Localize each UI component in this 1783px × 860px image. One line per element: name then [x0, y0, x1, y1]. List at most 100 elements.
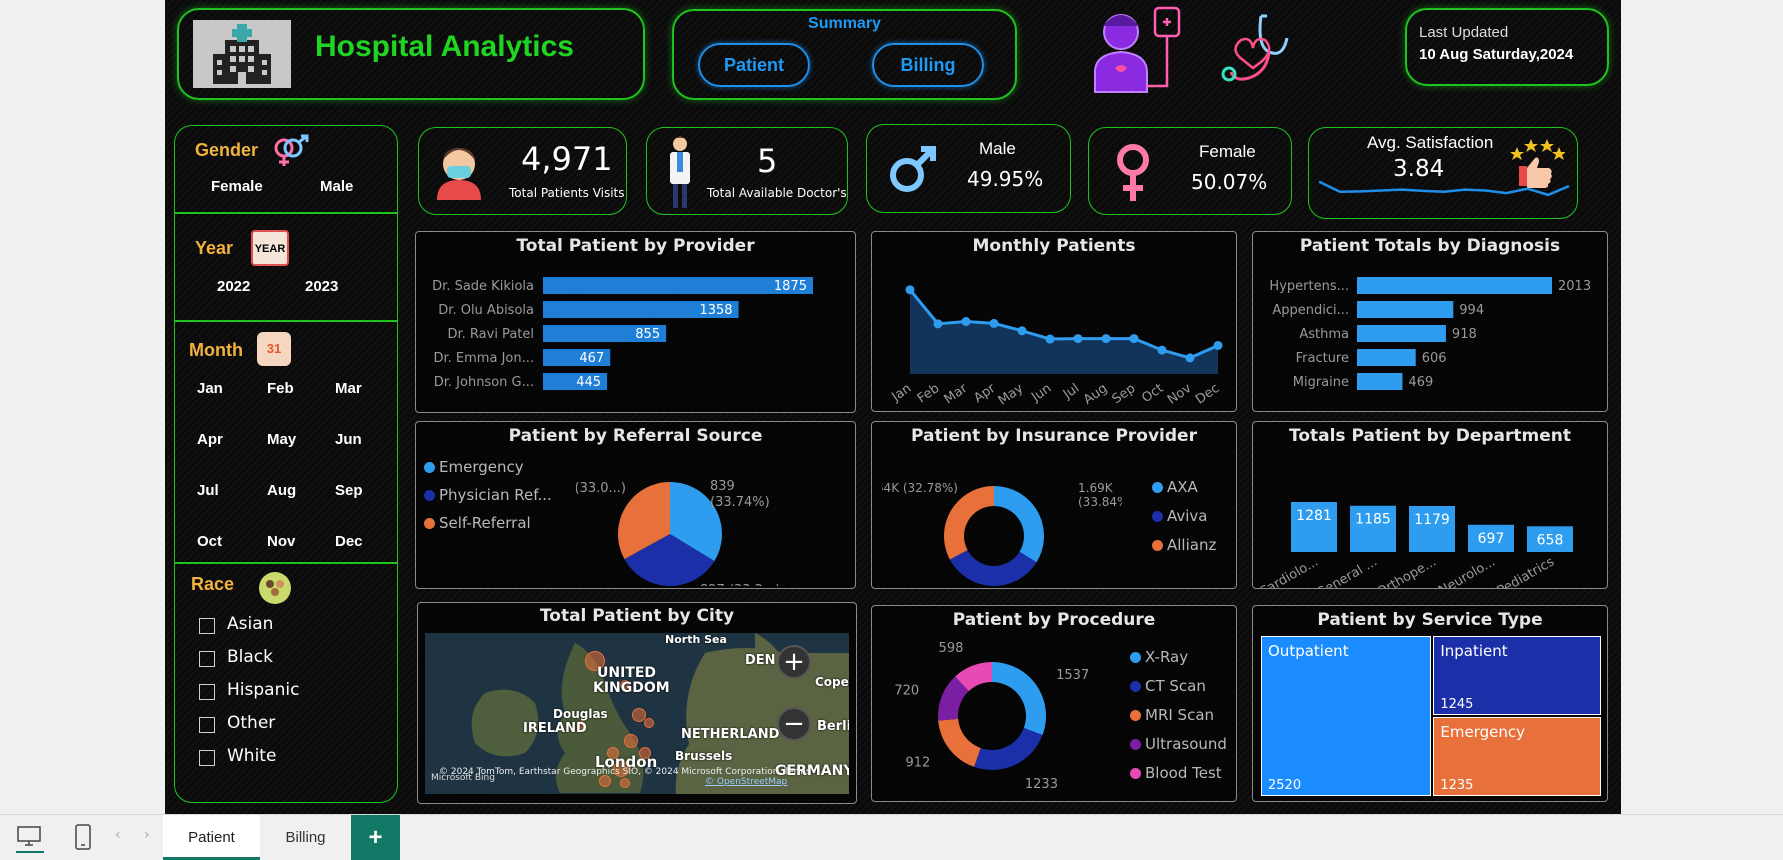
x-tick-label: Cardiolo... [1257, 554, 1321, 588]
month-option-feb[interactable]: Feb [267, 380, 294, 397]
map-place-label: North Sea [665, 633, 727, 646]
slice-mri-scan [938, 718, 981, 767]
next-page-arrow-icon[interactable]: › [144, 827, 150, 843]
race-checkbox-black[interactable] [199, 651, 215, 667]
stethoscope-icon [1221, 12, 1293, 92]
zoom-in-button[interactable]: + [777, 645, 811, 679]
female-label: Female [1199, 142, 1256, 161]
x-tick-label: Jun [1028, 381, 1054, 406]
last-updated-card: Last Updated 10 Aug Saturday,2024 [1405, 8, 1609, 86]
race-checkbox-hispanic[interactable] [199, 684, 215, 700]
prev-page-arrow-icon[interactable]: ‹ [115, 827, 121, 843]
female-value: 50.07% [1191, 170, 1268, 194]
insurance-chart-panel: Patient by Insurance Provider 1.69K (33.8… [871, 421, 1237, 589]
legend-label: CT Scan [1145, 677, 1206, 695]
treemap-value: 1235 [1440, 777, 1474, 793]
year-option-2022[interactable]: 2022 [217, 278, 250, 295]
male-label: Male [979, 139, 1016, 158]
billing-nav-button[interactable]: Billing [872, 43, 984, 87]
month-option-mar[interactable]: Mar [335, 380, 362, 397]
summary-label: Summary [808, 15, 881, 32]
year-calendar-icon: YEAR [251, 230, 289, 266]
race-option-asian: Asian [227, 614, 274, 634]
legend-marker [1130, 681, 1141, 692]
city-bubble[interactable] [620, 778, 630, 788]
month-option-oct[interactable]: Oct [197, 533, 222, 550]
tab-patient[interactable]: Patient [163, 815, 260, 860]
treemap-value: 2520 [1268, 778, 1302, 793]
satisfaction-sparkline [1318, 180, 1570, 197]
legend-marker [1152, 540, 1163, 551]
legend-marker [1130, 652, 1141, 663]
year-option-2023[interactable]: 2023 [305, 278, 338, 295]
bar [1357, 325, 1446, 342]
category-label: Dr. Sade Kikiola [432, 279, 534, 294]
data-label: 469 [1408, 375, 1433, 390]
month-option-jul[interactable]: Jul [197, 482, 219, 499]
osm-attribution-link[interactable]: © OpenStreetMap [705, 777, 787, 787]
slice-ct-scan [974, 727, 1043, 770]
gender-option-female[interactable]: Female [211, 178, 263, 195]
month-option-aug[interactable]: Aug [267, 482, 296, 499]
month-option-sep[interactable]: Sep [335, 482, 363, 499]
legend-item: CT Scan [1130, 677, 1206, 695]
slice-aviva [949, 550, 1037, 586]
category-label: Dr. Johnson G... [434, 375, 534, 390]
month-option-jun[interactable]: Jun [335, 431, 362, 448]
department-chart-panel: Totals Patient by Department 1281 Cardiol… [1252, 421, 1608, 589]
tab-billing[interactable]: Billing [260, 815, 351, 860]
add-page-button[interactable]: + [351, 815, 400, 860]
patient-nav-button[interactable]: Patient [698, 43, 810, 87]
zoom-out-button[interactable]: − [777, 707, 811, 741]
category-label: Appendici... [1272, 303, 1349, 318]
data-label: 918 [1452, 327, 1477, 342]
mobile-view-icon[interactable] [74, 823, 92, 851]
report-canvas: Hospital Analytics Summary Patient Billi… [165, 0, 1621, 814]
last-updated-value: 10 Aug Saturday,2024 [1419, 46, 1574, 63]
city-bubble[interactable] [624, 734, 638, 748]
legend-item: Self-Referral [424, 514, 531, 532]
gender-slicer-label: Gender [195, 140, 259, 160]
category-label: Hypertens... [1269, 279, 1349, 294]
month-option-nov[interactable]: Nov [267, 533, 295, 550]
title-card: Hospital Analytics [177, 8, 645, 100]
legend-item: Ultrasound [1130, 735, 1227, 753]
data-label: 994 [1459, 303, 1484, 318]
data-label: (33.74%) [710, 495, 770, 510]
category-label: Dr. Olu Abisola [438, 303, 534, 318]
doctors-value: 5 [757, 142, 778, 180]
race-checkbox-other[interactable] [199, 717, 215, 733]
month-option-jan[interactable]: Jan [197, 380, 223, 397]
legend-marker [424, 490, 435, 501]
data-label: 658 [1537, 532, 1564, 548]
x-tick-label: Orthope... [1375, 554, 1439, 588]
legend-item: Physician Ref... [424, 486, 552, 504]
bar [1357, 301, 1454, 318]
month-calendar-icon: 31 [257, 332, 291, 366]
gender-option-male[interactable]: Male [320, 178, 353, 195]
desktop-view-icon[interactable] [16, 825, 42, 847]
race-checkbox-white[interactable] [199, 750, 215, 766]
category-label: Dr. Ravi Patel [447, 327, 534, 342]
data-label: 1185 [1355, 512, 1391, 528]
data-point [1213, 340, 1223, 350]
map-place-label: DEN [745, 653, 776, 668]
left-gutter [0, 0, 165, 814]
data-point [989, 318, 999, 328]
race-checkbox-asian[interactable] [199, 618, 215, 634]
insurance-chart-title: Patient by Insurance Provider [911, 426, 1197, 446]
gender-icon [271, 134, 309, 170]
city-bubble[interactable] [644, 718, 654, 728]
month-option-may[interactable]: May [267, 431, 296, 448]
month-option-apr[interactable]: Apr [197, 431, 223, 448]
x-tick-label: Dec [1193, 381, 1222, 408]
x-tick-label: Apr [971, 381, 999, 407]
provider-bar-chart: Dr. Sade Kikiola 1875 Dr. Olu Abisola 1358 D… [432, 277, 813, 390]
city-map[interactable]: UNITED KINGDOM IRELAND NETHERLAND Douglas Lon… [425, 633, 849, 794]
insurance-donut-chart: 1.69K(33.84%) 1.67K (33.38%) 1.64K (32.78%… [882, 481, 1122, 588]
month-option-dec[interactable]: Dec [335, 533, 363, 550]
procedure-chart-panel: Patient by Procedure 1537 1233 912 720 598 X… [871, 605, 1237, 802]
legend-marker [1130, 710, 1141, 721]
legend-label: Physician Ref... [439, 486, 552, 504]
legend-item: AXA [1152, 478, 1198, 496]
